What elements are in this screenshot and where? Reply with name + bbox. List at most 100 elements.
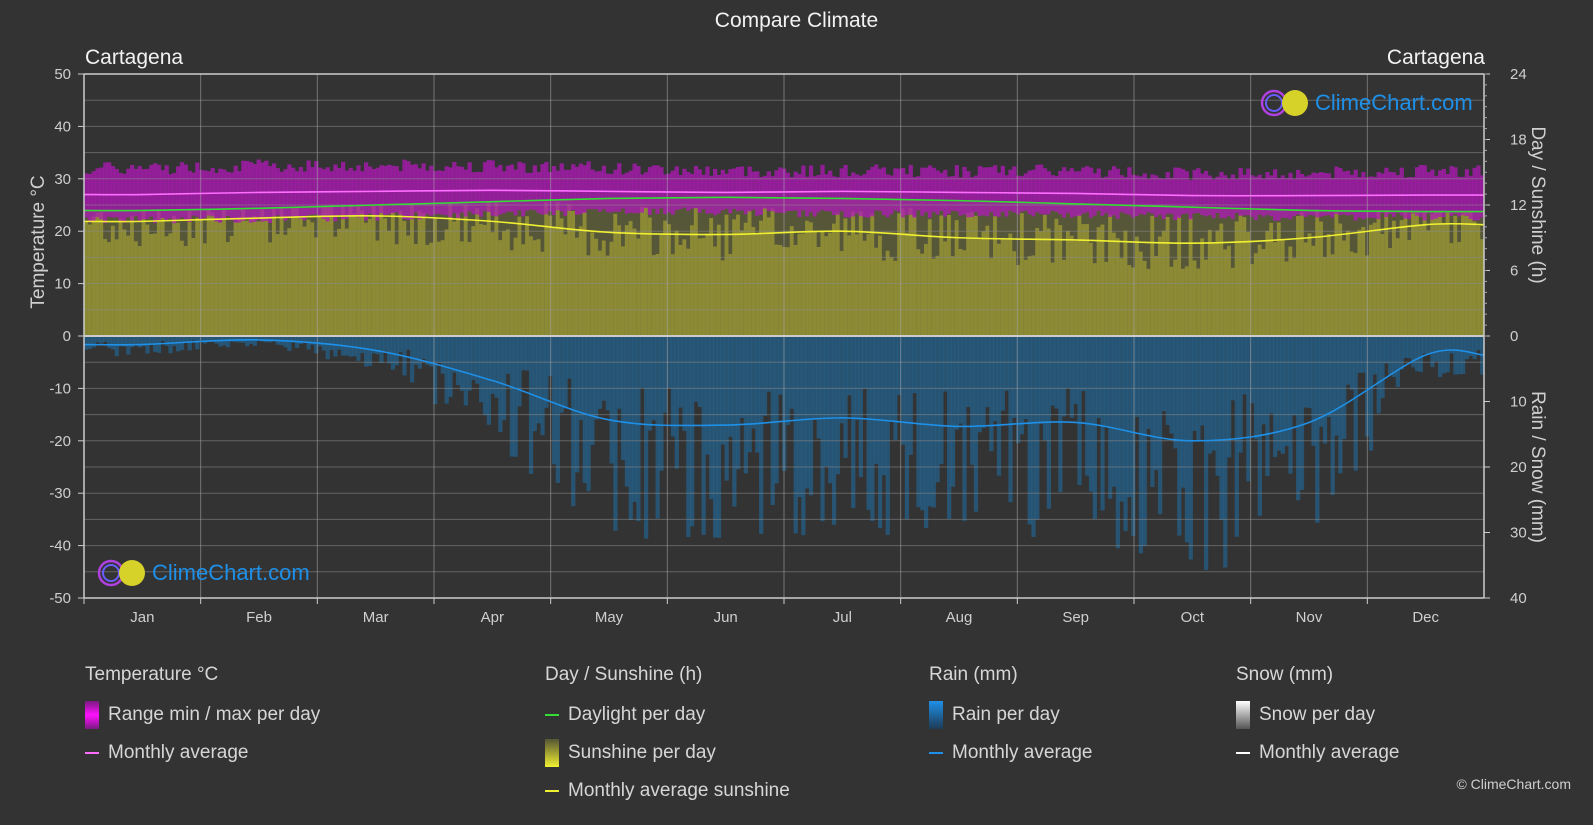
rain-bar (1253, 336, 1259, 440)
rain-bar (1376, 336, 1381, 414)
legend-item: Daylight per day (545, 702, 790, 728)
rain-bar (732, 336, 737, 507)
sunshine-bar (1073, 240, 1078, 336)
temp-range-bar (559, 163, 564, 212)
rain-bar (394, 336, 399, 366)
sunshine-bar (1238, 214, 1243, 336)
sunshine-bar (628, 221, 633, 336)
sunshine-bar (1204, 259, 1209, 336)
temp-range-bar (268, 166, 273, 224)
temp-range-bar (490, 160, 495, 216)
temp-range-bar (812, 176, 818, 217)
rain-bar (1223, 336, 1228, 568)
sunshine-bar (233, 222, 238, 336)
sunshine-bar (406, 235, 411, 336)
right-tick-label-sunshine: 0 (1510, 328, 1518, 345)
temp-range-bar (586, 161, 591, 209)
sunshine-bar (1273, 242, 1278, 336)
rain-bar (1349, 336, 1354, 390)
sunshine-bar (1146, 268, 1151, 336)
sunshine-bar (1042, 214, 1048, 336)
temp-range-bar (970, 177, 975, 217)
rain-bar (1123, 336, 1128, 532)
rain-bar (927, 336, 933, 507)
left-tick-label: 0 (63, 328, 71, 345)
sunshine-swatch-icon (545, 739, 559, 767)
sunshine-bar (118, 218, 123, 336)
sunshine-bar (709, 218, 714, 336)
sunshine-bar (885, 250, 890, 336)
sunshine-bar (828, 232, 833, 336)
rain-bar (620, 336, 626, 461)
sunshine-bar (199, 220, 204, 336)
rain-bar (509, 336, 514, 457)
sunshine-bar (1108, 214, 1113, 336)
sunshine-bar (260, 209, 265, 336)
left-tick-label: 40 (54, 118, 71, 135)
rain-bar (1296, 336, 1301, 501)
rain-bar (1058, 336, 1063, 493)
sunshine-bar (337, 228, 342, 336)
temp-range-bar (1426, 172, 1431, 214)
rain-bar (383, 336, 388, 351)
temp-range-bar (103, 162, 108, 224)
sunshine-bar (245, 220, 250, 336)
legend-label: Monthly average (952, 742, 1093, 763)
rain-bar (701, 336, 706, 535)
sunshine-bar (294, 207, 300, 336)
rain-bar (1077, 336, 1082, 485)
temp-range-bar (425, 170, 430, 215)
sunshine-bar (1299, 211, 1305, 336)
rain-bar (943, 336, 948, 392)
rain-bar (1230, 336, 1236, 401)
sunshine-bar (1441, 222, 1447, 336)
rain-bar (828, 336, 833, 484)
sunshine-bar (153, 233, 158, 336)
left-tick-label: -30 (49, 485, 71, 502)
rain-bar (1307, 336, 1312, 409)
temp-range-bar (705, 166, 710, 214)
temp-range-bar (924, 167, 929, 213)
legend-label: Rain per day (952, 704, 1060, 725)
rain-bar (877, 336, 883, 529)
rain-bar (551, 336, 557, 465)
legend-label: Sunshine per day (568, 742, 716, 763)
rain-bar (659, 336, 664, 471)
sunshine-bar (1150, 215, 1155, 336)
sunshine-bar (490, 232, 495, 336)
left-tick-label: -40 (49, 538, 71, 555)
sunshine-bar (597, 250, 603, 336)
temp-range-bar (1127, 167, 1132, 215)
sunshine-bar (651, 255, 656, 336)
rain-bar (1319, 336, 1324, 427)
sunshine-bar (482, 224, 488, 336)
sunshine-bar (452, 221, 457, 336)
temp-range-bar (732, 168, 737, 209)
legend-label: Range min / max per day (108, 704, 321, 725)
rain-bar (693, 336, 699, 402)
sunshine-bar (371, 205, 376, 336)
rain-bar (805, 336, 810, 489)
logo-top[interactable]: ClimeChart.com (1259, 88, 1473, 118)
rain-bar (697, 336, 702, 407)
legend-label: Snow per day (1259, 704, 1376, 725)
temp-range-bar (398, 171, 403, 215)
sunshine-bar (103, 239, 108, 336)
sunshine-bar (1453, 215, 1458, 336)
sunshine-bar (133, 241, 139, 336)
sunshine-bar (1460, 211, 1466, 336)
rain-bar (567, 336, 572, 379)
sunshine-bar (252, 215, 258, 336)
sunshine-bar (513, 237, 518, 336)
logo-bottom[interactable]: ClimeChart.com (96, 558, 310, 588)
temp-range-bar (659, 167, 664, 209)
sunshine-bar (1230, 267, 1236, 336)
temp-range-bar (759, 177, 764, 215)
rain-bar (1204, 336, 1209, 571)
rain-bar (1368, 336, 1374, 451)
copyright[interactable]: © ClimeChart.com (1456, 776, 1571, 792)
sunshine-bar (321, 206, 327, 336)
sunshine-bar (1353, 253, 1358, 336)
rain-bar (1150, 336, 1155, 487)
sunshine-bar (367, 218, 373, 336)
